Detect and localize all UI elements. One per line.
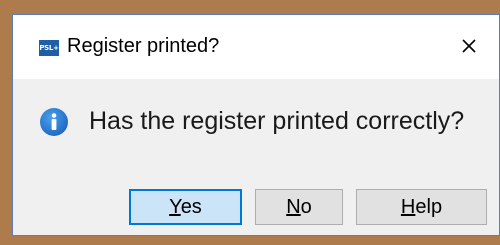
no-button-label: o bbox=[300, 196, 312, 218]
help-button[interactable]: Help bbox=[356, 189, 487, 225]
info-circle-icon bbox=[39, 107, 69, 137]
close-button[interactable] bbox=[451, 29, 487, 65]
no-button-accel: N bbox=[286, 196, 301, 218]
help-button-label: elp bbox=[415, 196, 443, 218]
dialog-message: Has the register printed correctly? bbox=[89, 107, 465, 135]
no-button[interactable]: No bbox=[255, 189, 343, 225]
dialog-body: Has the register printed correctly? Yes … bbox=[13, 79, 499, 235]
close-icon bbox=[462, 39, 476, 53]
yes-button-label: es bbox=[180, 196, 202, 218]
yes-button[interactable]: Yes bbox=[129, 189, 242, 225]
help-button-accel: H bbox=[400, 196, 416, 218]
app-logo-icon: PSL+ bbox=[39, 40, 59, 56]
message-dialog: PSL+ Register printed? Has the register … bbox=[12, 14, 500, 236]
dialog-title: Register printed? bbox=[67, 35, 220, 57]
dialog-titlebar: PSL+ Register printed? bbox=[13, 15, 499, 79]
yes-button-accel: Y bbox=[169, 196, 181, 218]
